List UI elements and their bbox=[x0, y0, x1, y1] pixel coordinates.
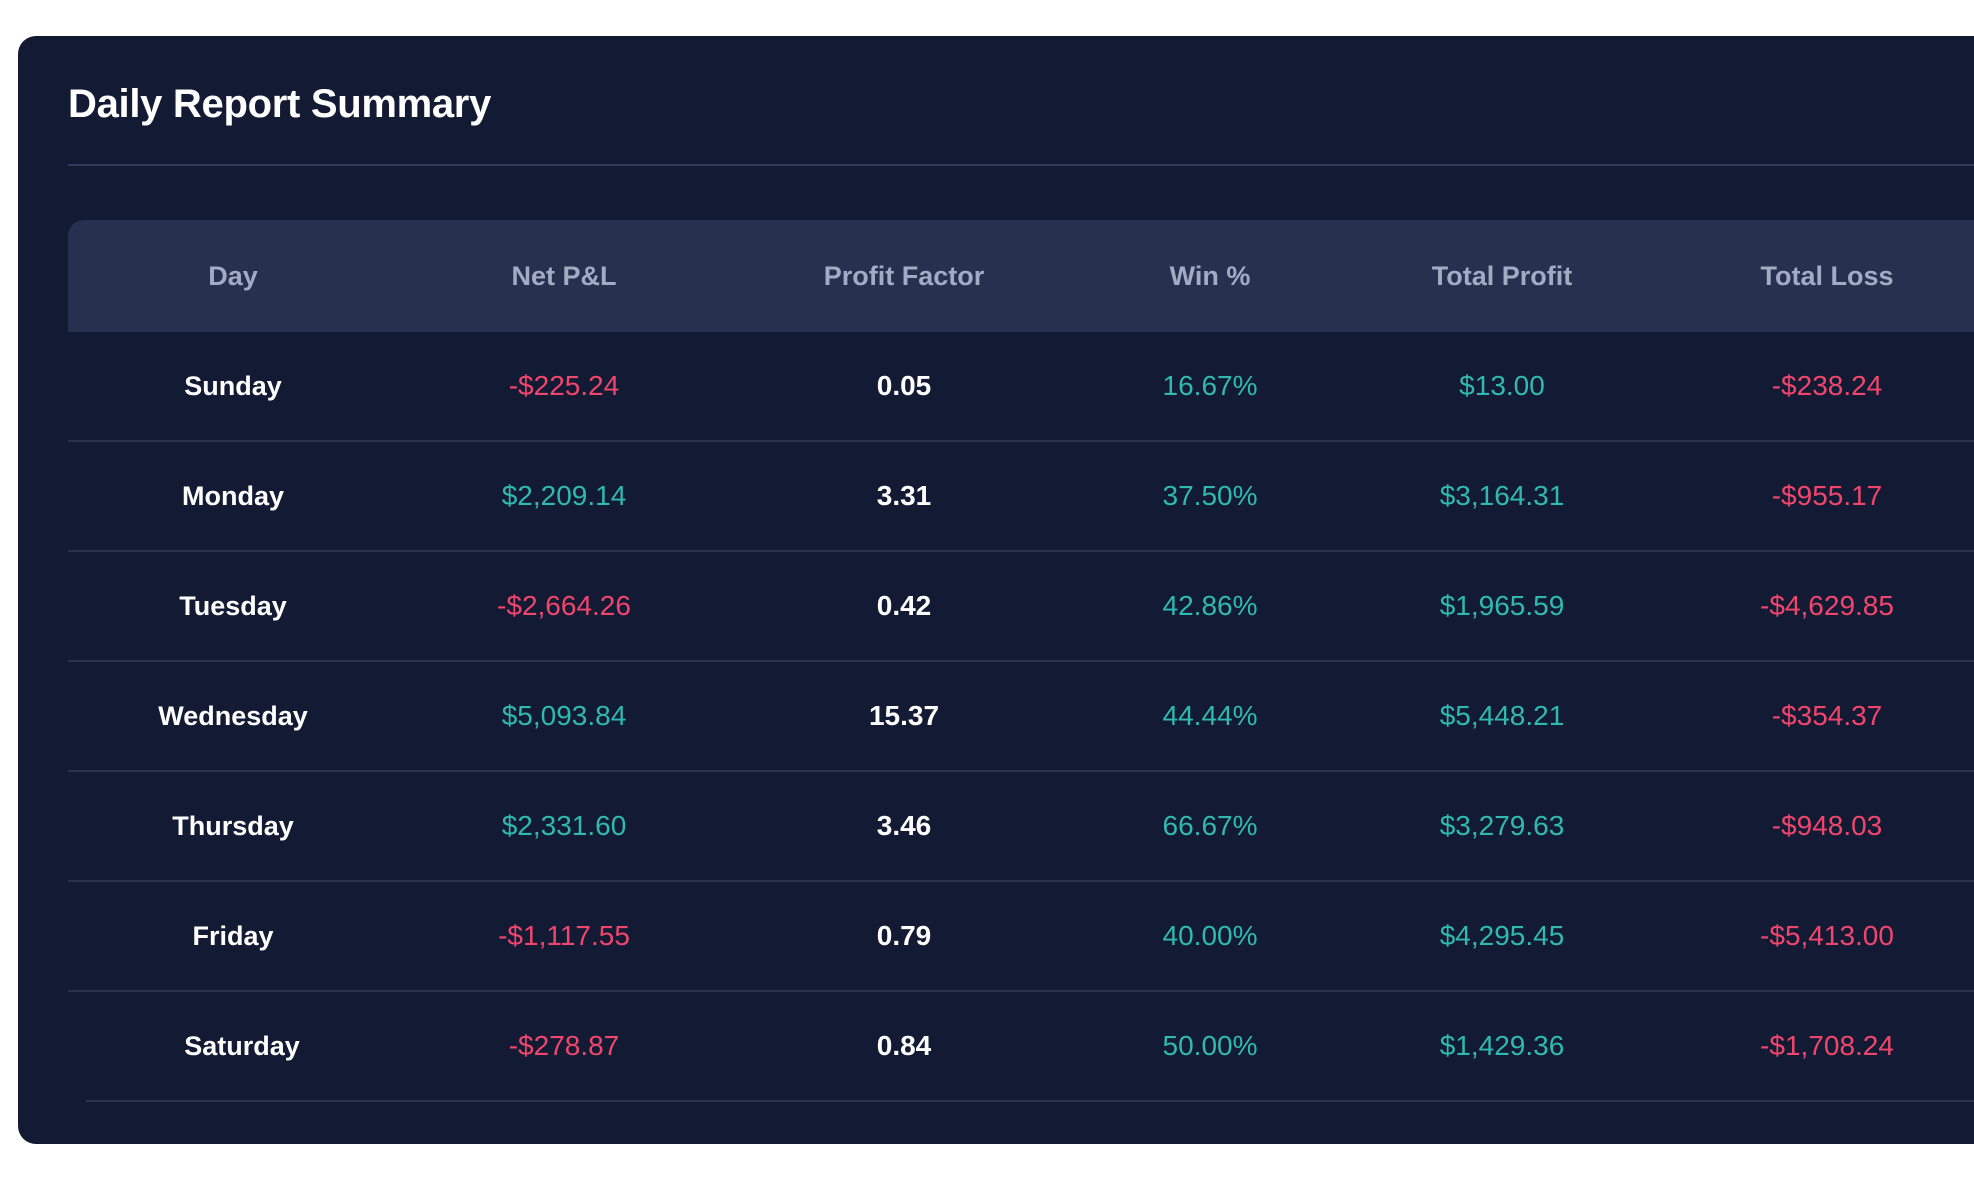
total-profit-cell: $1,429.36 bbox=[1439, 1030, 1565, 1061]
table-row: Sunday -$225.24 0.05 16.67% $13.00 -$238… bbox=[68, 332, 1974, 442]
total-loss-cell: -$238.24 bbox=[1771, 370, 1883, 401]
day-cell: Sunday bbox=[184, 370, 282, 401]
total-loss-cell: -$1,708.24 bbox=[1760, 1030, 1894, 1061]
win-pct-cell: 44.44% bbox=[1162, 700, 1258, 731]
day-cell: Tuesday bbox=[179, 590, 287, 621]
win-pct-cell: 50.00% bbox=[1162, 1030, 1258, 1061]
total-loss-cell: -$955.17 bbox=[1771, 480, 1883, 511]
profit-factor-cell: 0.79 bbox=[876, 920, 932, 951]
net-pnl-cell: $5,093.84 bbox=[501, 700, 627, 731]
column-header-day[interactable]: Day bbox=[68, 261, 398, 292]
table-row: Monday $2,209.14 3.31 37.50% $3,164.31 -… bbox=[68, 442, 1974, 552]
total-loss-cell: -$4,629.85 bbox=[1760, 590, 1894, 621]
profit-factor-cell: 0.84 bbox=[876, 1030, 932, 1061]
table-row: Saturday -$278.87 0.84 50.00% $1,429.36 … bbox=[86, 992, 1974, 1102]
day-cell: Saturday bbox=[184, 1030, 300, 1061]
total-profit-cell: $4,295.45 bbox=[1439, 920, 1565, 951]
column-header-total-profit[interactable]: Total Profit bbox=[1342, 261, 1662, 292]
total-profit-cell: $3,164.31 bbox=[1439, 480, 1565, 511]
total-loss-cell: -$948.03 bbox=[1771, 810, 1883, 841]
net-pnl-cell: -$1,117.55 bbox=[498, 920, 630, 951]
total-profit-cell: $13.00 bbox=[1459, 370, 1545, 401]
table-row: Wednesday $5,093.84 15.37 44.44% $5,448.… bbox=[68, 662, 1974, 772]
daily-report-card: Daily Report Summary Day Net P&L Profit … bbox=[18, 36, 1974, 1144]
title-divider bbox=[68, 164, 1974, 166]
total-loss-cell: -$354.37 bbox=[1771, 700, 1883, 731]
net-pnl-cell: $2,209.14 bbox=[501, 480, 627, 511]
net-pnl-cell: -$2,664.26 bbox=[497, 590, 631, 621]
total-profit-cell: $1,965.59 bbox=[1439, 590, 1565, 621]
win-pct-cell: 42.86% bbox=[1162, 590, 1258, 621]
column-header-net-pnl[interactable]: Net P&L bbox=[398, 261, 730, 292]
net-pnl-cell: $2,331.60 bbox=[501, 810, 627, 841]
card-title: Daily Report Summary bbox=[68, 82, 492, 126]
column-header-profit-factor[interactable]: Profit Factor bbox=[730, 261, 1078, 292]
profit-factor-cell: 15.37 bbox=[868, 700, 940, 731]
day-cell: Thursday bbox=[172, 810, 294, 841]
day-cell: Wednesday bbox=[158, 700, 308, 731]
net-pnl-cell: -$225.24 bbox=[508, 370, 620, 401]
win-pct-cell: 16.67% bbox=[1162, 370, 1258, 401]
column-header-win-pct[interactable]: Win % bbox=[1078, 261, 1342, 292]
profit-factor-cell: 0.42 bbox=[876, 590, 932, 621]
table-row: Friday -$1,117.55 0.79 40.00% $4,295.45 … bbox=[68, 882, 1974, 992]
table-header-row: Day Net P&L Profit Factor Win % Total Pr… bbox=[68, 220, 1974, 332]
day-cell: Monday bbox=[181, 480, 284, 511]
profit-factor-cell: 3.46 bbox=[876, 810, 932, 841]
column-header-total-loss[interactable]: Total Loss bbox=[1662, 261, 1974, 292]
profit-factor-cell: 3.31 bbox=[876, 480, 932, 511]
total-loss-cell: -$5,413.00 bbox=[1760, 920, 1894, 951]
day-cell: Friday bbox=[192, 920, 274, 951]
total-profit-cell: $3,279.63 bbox=[1439, 810, 1565, 841]
total-profit-cell: $5,448.21 bbox=[1439, 700, 1565, 731]
daily-report-table: Day Net P&L Profit Factor Win % Total Pr… bbox=[68, 220, 1974, 1102]
win-pct-cell: 66.67% bbox=[1162, 810, 1258, 841]
profit-factor-cell: 0.05 bbox=[876, 370, 932, 401]
table-row: Tuesday -$2,664.26 0.42 42.86% $1,965.59… bbox=[68, 552, 1974, 662]
net-pnl-cell: -$278.87 bbox=[508, 1030, 620, 1061]
win-pct-cell: 37.50% bbox=[1162, 480, 1258, 511]
win-pct-cell: 40.00% bbox=[1162, 920, 1258, 951]
table-row: Thursday $2,331.60 3.46 66.67% $3,279.63… bbox=[68, 772, 1974, 882]
